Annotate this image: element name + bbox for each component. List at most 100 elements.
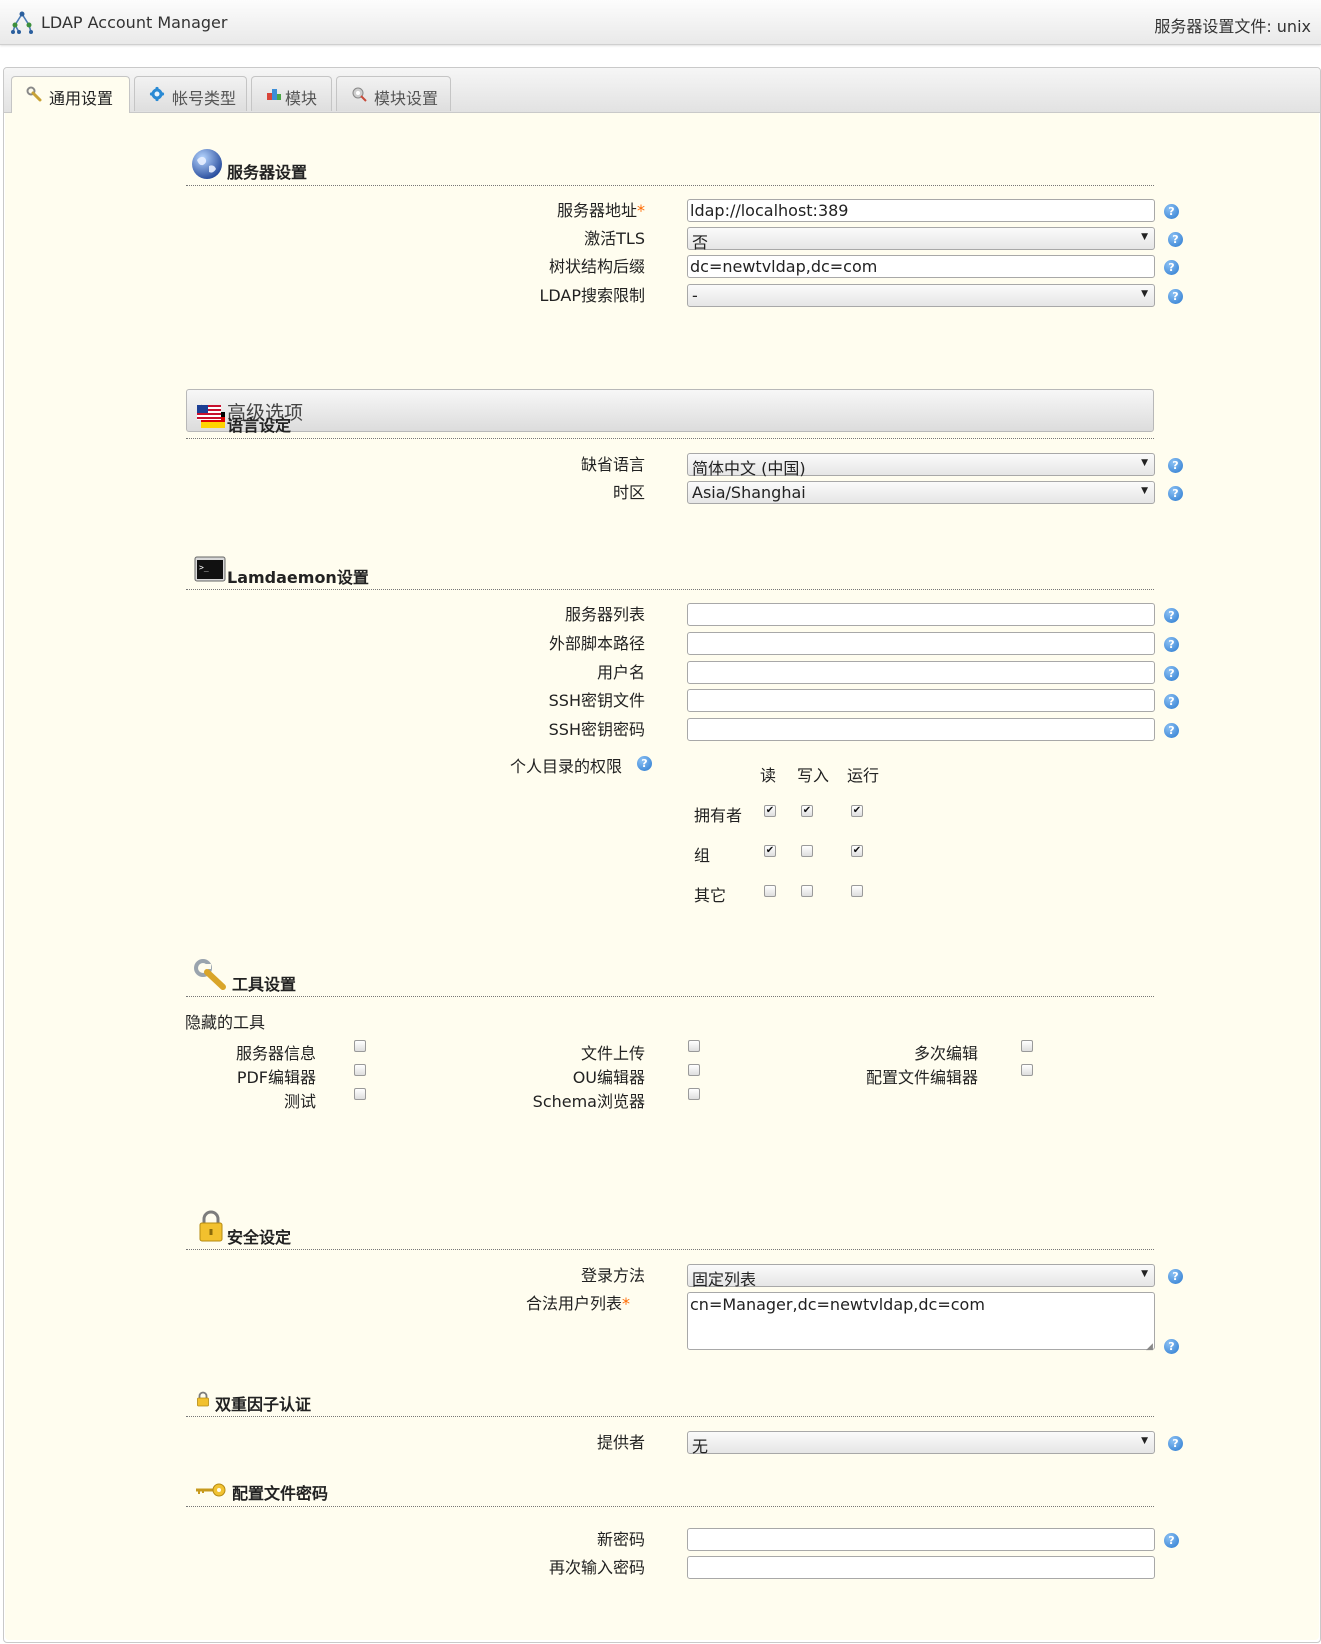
tool-pdf-editor-checkbox[interactable] — [354, 1064, 366, 1076]
wrench-icon — [26, 86, 42, 102]
section-title-language: 语言设定 — [227, 416, 292, 435]
tool-schema-browser-label: Schema浏览器 — [532, 1092, 645, 1111]
help-icon[interactable]: ? — [1164, 637, 1179, 652]
owner-read-checkbox[interactable]: ✔ — [764, 805, 776, 817]
ssh-key-password-input[interactable] — [687, 718, 1155, 741]
permissions-column-write: 写入 — [797, 766, 830, 785]
key-icon — [196, 1483, 226, 1497]
tab-general-settings[interactable]: 通用设置 — [11, 76, 130, 113]
dropdown-arrow-icon: ▼ — [1141, 458, 1148, 468]
timezone-select[interactable]: Asia/Shanghai ▼ — [687, 481, 1155, 504]
search-limit-select[interactable]: - ▼ — [687, 284, 1155, 307]
new-password-input[interactable] — [687, 1528, 1155, 1551]
search-limit-value: - — [692, 286, 698, 305]
section-divider — [186, 438, 1154, 439]
dropdown-arrow-icon: ▼ — [1141, 289, 1148, 299]
other-read-checkbox[interactable] — [764, 885, 776, 897]
help-icon[interactable]: ? — [1168, 232, 1183, 247]
tls-value: 否 — [692, 233, 709, 252]
tab-label: 模块 — [285, 89, 318, 108]
advanced-options-toggle[interactable]: ▶ 高级选项 — [186, 389, 1154, 432]
dropdown-arrow-icon: ▼ — [1141, 1269, 1148, 1279]
group-read-checkbox[interactable]: ✔ — [764, 845, 776, 857]
lam-logo-icon — [11, 11, 33, 34]
section-divider — [186, 1249, 1154, 1250]
tool-ou-editor-checkbox[interactable] — [688, 1064, 700, 1076]
help-icon[interactable]: ? — [1164, 204, 1179, 219]
tool-schema-browser-checkbox[interactable] — [688, 1088, 700, 1100]
owner-execute-checkbox[interactable]: ✔ — [851, 805, 863, 817]
repeat-password-input[interactable] — [687, 1556, 1155, 1579]
module-settings-icon — [352, 87, 367, 102]
login-method-select[interactable]: 固定列表 ▼ — [687, 1264, 1155, 1289]
help-icon[interactable]: ? — [1168, 1436, 1183, 1451]
tool-file-upload-checkbox[interactable] — [688, 1040, 700, 1052]
section-title-security: 安全设定 — [227, 1228, 292, 1247]
tab-label: 通用设置 — [49, 89, 114, 108]
group-execute-checkbox[interactable]: ✔ — [851, 845, 863, 857]
tool-profile-editor-checkbox[interactable] — [1021, 1064, 1033, 1076]
help-icon[interactable]: ? — [1168, 458, 1183, 473]
ssh-key-file-input[interactable] — [687, 689, 1155, 712]
valid-users-textarea[interactable]: cn=Manager,dc=newtvldap,dc=com — [687, 1292, 1155, 1350]
section-divider — [186, 1416, 1154, 1417]
permissions-row-owner: 拥有者 — [694, 806, 743, 825]
server-address-input[interactable] — [687, 199, 1155, 222]
hidden-tools-label: 隐藏的工具 — [185, 1013, 266, 1032]
help-icon[interactable]: ? — [1164, 694, 1179, 709]
help-icon[interactable]: ? — [1164, 1533, 1179, 1548]
script-path-input[interactable] — [687, 632, 1155, 655]
tool-pdf-editor-label: PDF编辑器 — [236, 1068, 316, 1087]
resize-grip-icon[interactable]: ◢ — [1146, 1342, 1153, 1352]
app-header: LDAP Account Manager 服务器设置文件: unix — [0, 0, 1321, 45]
required-marker: * — [637, 201, 645, 220]
help-icon[interactable]: ? — [1168, 486, 1183, 501]
tool-tests-label: 测试 — [283, 1092, 316, 1111]
help-icon[interactable]: ? — [1164, 260, 1179, 275]
provider-select[interactable]: 无 ▼ — [687, 1431, 1155, 1456]
tab-account-types[interactable]: 帐号类型 — [134, 76, 247, 111]
config-panel: 通用设置 帐号类型 模块 模块设置 服务器设置 服务器地址* ldap://lo… — [3, 67, 1321, 1643]
tool-server-info-checkbox[interactable] — [354, 1040, 366, 1052]
permissions-row-group: 组 — [694, 846, 711, 865]
server-list-input[interactable] — [687, 603, 1155, 626]
tab-modules[interactable]: 模块 — [251, 76, 332, 111]
login-method-label: 登录方法 — [580, 1266, 645, 1285]
help-icon[interactable]: ? — [1168, 1269, 1183, 1284]
username-input[interactable] — [687, 661, 1155, 684]
help-icon[interactable]: ? — [637, 756, 652, 771]
tree-suffix-label: 树状结构后缀 — [548, 257, 645, 276]
other-write-checkbox[interactable] — [801, 885, 813, 897]
tls-select[interactable]: 否 ▼ — [687, 227, 1155, 252]
general-settings-content: 服务器设置 服务器地址* ? 激活TLS 否▼ ? 树状结构后缀 ? LDAP搜… — [5, 113, 1319, 1640]
repeat-password-label: 再次输入密码 — [548, 1558, 645, 1577]
tool-ou-editor-label: OU编辑器 — [572, 1068, 645, 1087]
provider-label: 提供者 — [596, 1433, 645, 1452]
help-icon[interactable]: ? — [1164, 723, 1179, 738]
timezone-value: Asia/Shanghai — [692, 483, 806, 502]
tool-multi-edit-checkbox[interactable] — [1021, 1040, 1033, 1052]
tab-bar: 通用设置 帐号类型 模块 模块设置 — [4, 68, 1320, 113]
group-write-checkbox[interactable] — [801, 845, 813, 857]
help-icon[interactable]: ? — [1164, 1339, 1179, 1354]
section-divider — [186, 996, 1154, 997]
tls-label: 激活TLS — [584, 229, 645, 248]
small-lock-icon — [197, 1391, 209, 1407]
tab-module-settings[interactable]: 模块设置 — [336, 76, 451, 111]
tool-server-info-label: 服务器信息 — [235, 1044, 316, 1063]
help-icon[interactable]: ? — [1164, 608, 1179, 623]
lock-icon — [199, 1210, 223, 1242]
default-language-select[interactable]: 简体中文 (中国) ▼ — [687, 453, 1155, 478]
tree-suffix-input[interactable] — [687, 255, 1155, 278]
help-icon[interactable]: ? — [1164, 666, 1179, 681]
owner-write-checkbox[interactable]: ✔ — [801, 805, 813, 817]
new-password-label: 新密码 — [596, 1530, 645, 1549]
tool-multi-edit-label: 多次编辑 — [913, 1044, 978, 1063]
default-language-label: 缺省语言 — [580, 455, 645, 474]
dropdown-arrow-icon: ▼ — [1141, 486, 1148, 496]
tool-tests-checkbox[interactable] — [354, 1088, 366, 1100]
other-execute-checkbox[interactable] — [851, 885, 863, 897]
help-icon[interactable]: ? — [1168, 289, 1183, 304]
tools-wrench-icon — [194, 959, 226, 990]
modules-icon — [267, 89, 281, 100]
